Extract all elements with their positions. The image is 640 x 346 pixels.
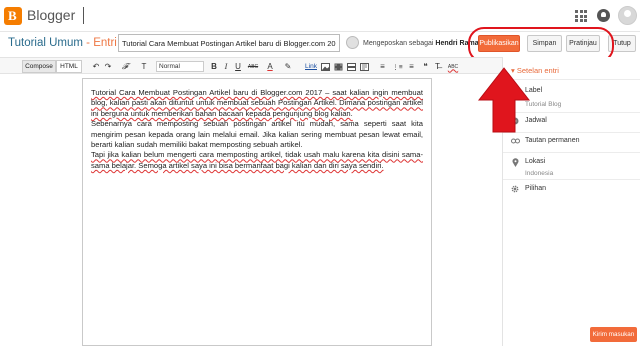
- brand-name[interactable]: Blogger: [27, 7, 75, 23]
- paragraph: Tapi jika kalian belum mengerti cara mem…: [91, 150, 423, 170]
- red-arrow-annotation: [477, 67, 531, 133]
- blog-name[interactable]: Tutorial Umum: [8, 37, 83, 49]
- tab-html[interactable]: HTML: [56, 60, 82, 73]
- align-icon[interactable]: ≡: [378, 61, 387, 72]
- blog-breadcrumb: Tutorial Umum - Entri: [8, 37, 117, 49]
- account-avatar[interactable]: [618, 6, 637, 25]
- underline-button[interactable]: U: [234, 61, 242, 72]
- clear-format-icon[interactable]: T̶: [433, 61, 442, 72]
- insert-special-icon[interactable]: [360, 61, 369, 72]
- breadcrumb-separator: -: [82, 37, 94, 49]
- bold-button[interactable]: B: [210, 61, 218, 72]
- gear-icon: [511, 185, 519, 193]
- spellcheck-icon[interactable]: ABC: [446, 61, 460, 72]
- redo-icon[interactable]: ↷: [104, 61, 112, 72]
- paragraph: Tutorial Cara Membuat Postingan Artikel …: [91, 88, 423, 118]
- location-value: Indonesia: [525, 170, 554, 177]
- sidebar-item-location[interactable]: Lokasi Indonesia: [503, 152, 640, 182]
- post-title-input[interactable]: [118, 34, 340, 52]
- tab-compose[interactable]: Compose: [22, 60, 56, 73]
- author-avatar: [346, 36, 359, 49]
- text-color-icon[interactable]: A: [266, 61, 274, 72]
- editor-toolbar: Compose HTML ↶ ↷ 𝓕 T Normal B I U ABC A …: [0, 57, 502, 74]
- quote-icon[interactable]: ❝: [421, 61, 430, 72]
- sidebar-item-options[interactable]: Pilihan: [503, 179, 640, 199]
- permalink-title: Tautan permanen: [525, 137, 580, 144]
- blogger-logo-icon[interactable]: B: [4, 7, 22, 25]
- numbered-list-icon[interactable]: ⋮≡: [392, 61, 403, 72]
- insert-video-icon[interactable]: [334, 61, 343, 72]
- highlight-color-icon[interactable]: ✎: [284, 61, 292, 72]
- font-family-icon[interactable]: 𝓕: [120, 61, 130, 72]
- location-title: Lokasi: [525, 158, 546, 165]
- strikethrough-button[interactable]: ABC: [246, 61, 260, 72]
- posting-as-label: Mengeposkan sebagai: [363, 40, 434, 47]
- section-name: Entri: [93, 37, 117, 49]
- options-title: Pilihan: [525, 185, 547, 192]
- link-icon: [511, 138, 520, 146]
- send-feedback-button[interactable]: Kirim masukan: [590, 327, 637, 342]
- notifications-icon[interactable]: [597, 9, 610, 22]
- paragraph: Sebenarnya cara memposting sebuah postin…: [91, 119, 423, 150]
- font-size-icon[interactable]: T: [140, 61, 148, 72]
- insert-jump-break-icon[interactable]: [347, 61, 356, 72]
- insert-image-icon[interactable]: [321, 61, 330, 72]
- apps-grid-icon[interactable]: [575, 10, 587, 22]
- undo-icon[interactable]: ↶: [92, 61, 100, 72]
- location-pin-icon: [511, 158, 519, 167]
- paragraph-style-select[interactable]: Normal: [156, 61, 204, 72]
- post-body-editor[interactable]: Tutorial Cara Membuat Postingan Artikel …: [82, 78, 432, 346]
- italic-button[interactable]: I: [222, 61, 230, 72]
- sidebar-item-permalink[interactable]: Tautan permanen: [503, 132, 640, 152]
- bullet-list-icon[interactable]: ≡: [407, 61, 416, 72]
- brand-divider: [83, 7, 84, 24]
- insert-link-button[interactable]: Link: [304, 61, 318, 72]
